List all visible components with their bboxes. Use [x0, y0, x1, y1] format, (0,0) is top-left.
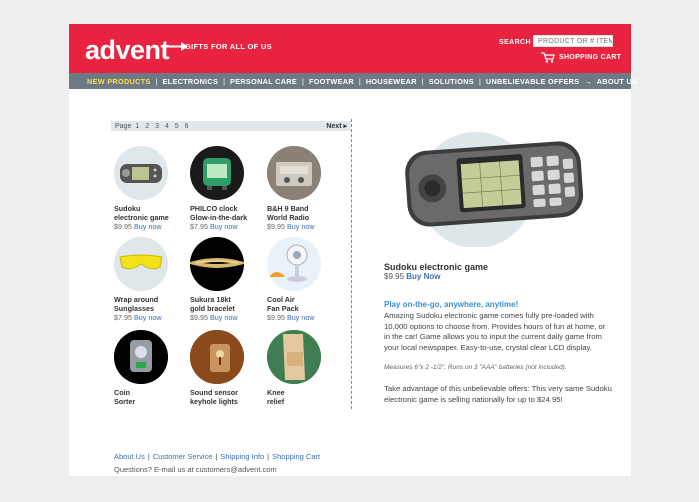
product-card[interactable]: Wrap around Sunglasses $7.95 Buy now [114, 237, 184, 322]
shopping-cart-link[interactable]: SHOPPING CART [541, 52, 621, 63]
nav-about-us[interactable]: ABOUT US [597, 77, 638, 86]
product-price: $9.95 [114, 222, 132, 231]
footer-link-shopping-cart[interactable]: Shopping Cart [272, 452, 320, 461]
product-image[interactable] [267, 237, 321, 291]
logo[interactable]: advent [85, 35, 170, 66]
product-name[interactable]: electronic game [114, 213, 184, 222]
nav-unbelievable-offers[interactable]: UNBELIEVABLE OFFERS [486, 77, 580, 86]
product-image[interactable] [114, 146, 168, 200]
nav-electronics[interactable]: ELECTRONICS [163, 77, 219, 86]
product-card[interactable]: Coin Sorter [114, 330, 184, 406]
featured-buy-now-link[interactable]: Buy Now [406, 272, 440, 281]
product-name[interactable]: Wrap around [114, 295, 184, 304]
product-card[interactable]: Sound sensor keyhole lights [190, 330, 260, 406]
product-name[interactable]: Sorter [114, 397, 184, 406]
product-name[interactable]: Coin [114, 388, 184, 397]
nav-new-products[interactable]: NEW PRODUCTS [87, 77, 151, 86]
product-card[interactable]: Sukura 18kt gold bracelet $9.95 Buy now [190, 237, 260, 322]
product-name[interactable]: gold bracelet [190, 304, 260, 313]
search-label: SEARCH [499, 39, 531, 46]
page-link[interactable]: 2 [145, 123, 149, 130]
product-card[interactable]: Knee relief [267, 330, 337, 406]
footer-link-customer-service[interactable]: Customer Service [153, 452, 213, 461]
product-name[interactable]: PHILCO clock [190, 204, 260, 213]
tagline: GIFTS FOR ALL OF US [185, 42, 272, 51]
buy-now-link[interactable]: Buy now [287, 313, 315, 322]
product-name[interactable]: Cool Air [267, 295, 337, 304]
product-image[interactable] [190, 237, 244, 291]
promo-title: Play on-the-go, anywhere, anytime! [384, 300, 519, 309]
cart-icon [541, 52, 555, 63]
product-name[interactable]: Sukura 18kt [190, 295, 260, 304]
buy-now-link[interactable]: Buy now [210, 222, 238, 231]
promo-offer: Take advantage of this unbelievable offe… [384, 384, 612, 404]
footer-links: About Us | Customer Service | Shipping Info |… [114, 452, 321, 461]
product-name[interactable]: Fan Pack [267, 304, 337, 313]
featured-product-name[interactable]: Sudoku electronic game [384, 262, 488, 272]
product-name[interactable]: relief [267, 397, 337, 406]
main-nav: NEW PRODUCTS | ELECTRONICS | PERSONAL CA… [69, 73, 637, 89]
pager-label: Page [115, 122, 132, 130]
nav-footwear[interactable]: FOOTWEAR [309, 77, 354, 86]
page-link[interactable]: 5 [175, 123, 179, 130]
footer-link-about-us[interactable]: About Us [114, 452, 145, 461]
header: advent GIFTS FOR ALL OF US SEARCH SHOPPI… [69, 24, 631, 73]
product-name[interactable]: Knee [267, 388, 337, 397]
product-price: $7.95 [190, 222, 208, 231]
page-link[interactable]: 6 [185, 123, 189, 130]
page-link[interactable]: 3 [155, 123, 159, 130]
product-name[interactable]: Glow-in-the-dark [190, 213, 260, 222]
product-name[interactable]: Sudoku [114, 204, 184, 213]
product-image[interactable] [267, 146, 321, 200]
product-image[interactable] [114, 330, 168, 384]
promo-note: Measures 6"x 2 -1/2", Runs on 3 "AAA" ba… [384, 364, 567, 371]
divider [351, 119, 352, 409]
product-name[interactable]: Sunglasses [114, 304, 184, 313]
featured-product-image[interactable] [394, 122, 594, 247]
product-image[interactable] [190, 330, 244, 384]
product-price: $9.95 [267, 222, 285, 231]
featured-product-price: $9.95 [384, 272, 405, 281]
buy-now-link[interactable]: Buy now [134, 313, 162, 322]
page-link[interactable]: 4 [165, 123, 169, 130]
product-image[interactable] [114, 237, 168, 291]
product-name[interactable]: World Radio [267, 213, 337, 222]
nav-personal-care[interactable]: PERSONAL CARE [230, 77, 297, 86]
promo-description: Amazing Sudoku electronic game comes ful… [384, 311, 606, 352]
product-price: $9.95 [190, 313, 208, 322]
footer-contact: Questions? E-mail us at customers@advent… [114, 465, 277, 474]
product-name[interactable]: keyhole lights [190, 397, 260, 406]
page-link[interactable]: 1 [135, 123, 139, 130]
search-input[interactable] [533, 35, 613, 47]
product-price: $9.95 [267, 313, 285, 322]
buy-now-link[interactable]: Buy now [210, 313, 238, 322]
footer-link-shipping-info[interactable]: Shipping Info [220, 452, 264, 461]
arrow-right-icon: → [584, 76, 592, 86]
pager: Page 1 2 3 4 5 6 Next ▸ [111, 121, 351, 131]
next-page-link[interactable]: Next ▸ [326, 122, 347, 130]
cart-label: SHOPPING CART [559, 54, 622, 61]
product-image[interactable] [190, 146, 244, 200]
product-card[interactable]: Cool Air Fan Pack $9.95 Buy now [267, 237, 337, 322]
nav-housewear[interactable]: HOUSEWEAR [366, 77, 417, 86]
buy-now-link[interactable]: Buy now [134, 222, 162, 231]
nav-solutions[interactable]: SOLUTIONS [429, 77, 474, 86]
product-image[interactable] [267, 330, 321, 384]
product-card[interactable]: B&H 9 Band World Radio $9.95 Buy now [267, 146, 337, 231]
product-price: $7.95 [114, 313, 132, 322]
product-card[interactable]: Sudoku electronic game $9.95 Buy now [114, 146, 184, 231]
product-name[interactable]: B&H 9 Band [267, 204, 337, 213]
buy-now-link[interactable]: Buy now [287, 222, 315, 231]
page: advent GIFTS FOR ALL OF US SEARCH SHOPPI… [69, 24, 637, 476]
product-card[interactable]: PHILCO clock Glow-in-the-dark $7.95 Buy n… [190, 146, 260, 231]
product-name[interactable]: Sound sensor [190, 388, 260, 397]
